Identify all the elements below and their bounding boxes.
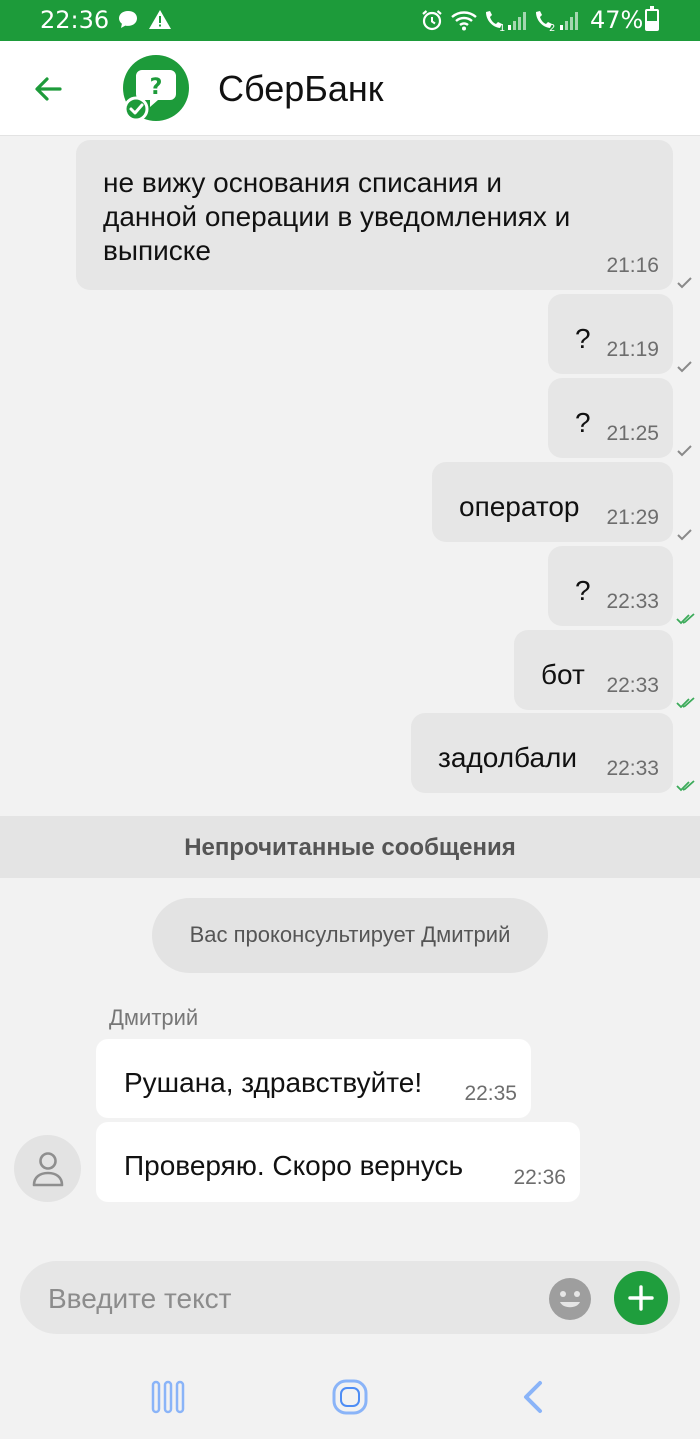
- battery-icon: [645, 6, 659, 31]
- message-line: данной операции в уведомлениях и: [103, 201, 571, 232]
- message-time: 21:16: [606, 254, 659, 277]
- sent-check-icon: [677, 361, 692, 373]
- outgoing-message[interactable]: ? 22:33: [548, 546, 673, 626]
- wifi-icon: [451, 11, 477, 31]
- message-time: 22:33: [606, 674, 659, 697]
- message-time: 21:19: [606, 338, 659, 361]
- svg-text:2: 2: [549, 23, 555, 32]
- message-time: 21:29: [606, 506, 659, 529]
- svg-text:?: ?: [150, 75, 163, 100]
- message-text: не вижу основания списания и данной опер…: [103, 166, 570, 268]
- chat-title: СберБанк: [218, 68, 384, 109]
- sent-check-icon: [677, 529, 692, 541]
- message-text: задолбали: [438, 742, 577, 773]
- recent-apps-icon[interactable]: [148, 1379, 188, 1415]
- support-question-icon: ?: [123, 55, 189, 122]
- system-notice: Вас проконсультирует Дмитрий: [152, 898, 548, 973]
- message-icon: [119, 11, 137, 28]
- message-line: выписке: [103, 235, 211, 266]
- outgoing-message[interactable]: ? 21:25: [548, 378, 673, 458]
- message-time: 22:33: [606, 590, 659, 613]
- sender-name: Дмитрий: [109, 1005, 199, 1030]
- emoji-icon[interactable]: [548, 1277, 592, 1321]
- message-text: ?: [575, 407, 591, 438]
- arrow-left-icon[interactable]: [28, 69, 68, 109]
- read-double-check-icon: [676, 697, 695, 709]
- outgoing-message[interactable]: бот 22:33: [514, 630, 673, 710]
- person-icon: [32, 1152, 64, 1187]
- outgoing-message[interactable]: ? 21:19: [548, 294, 673, 374]
- add-attachment-button[interactable]: [614, 1271, 668, 1325]
- status-time: 22:36: [40, 6, 110, 34]
- sent-check-icon: [677, 445, 692, 457]
- incoming-message[interactable]: Проверяю. Скоро вернусь 22:36: [96, 1122, 580, 1202]
- message-text: Рушана, здравствуйте!: [124, 1067, 423, 1098]
- warning-icon: [149, 10, 171, 29]
- message-time: 22:36: [513, 1166, 566, 1189]
- message-text: Проверяю. Скоро вернусь: [124, 1150, 464, 1181]
- outgoing-message[interactable]: оператор 21:29: [432, 462, 673, 542]
- message-time: 21:25: [606, 422, 659, 445]
- system-nav-bar: [0, 1357, 700, 1439]
- battery-percent: 47%: [590, 6, 644, 34]
- message-time: 22:35: [464, 1082, 517, 1105]
- message-text: ?: [575, 323, 591, 354]
- read-double-check-icon: [676, 780, 695, 792]
- alarm-icon: [422, 10, 442, 31]
- sim1-signal-icon: 1: [486, 11, 526, 32]
- message-text: оператор: [459, 491, 580, 522]
- incoming-message[interactable]: Рушана, здравствуйте! 22:35: [96, 1039, 531, 1118]
- status-bar: 22:36 1 2 47%: [0, 0, 700, 41]
- back-icon[interactable]: [514, 1379, 554, 1415]
- message-time: 22:33: [606, 757, 659, 780]
- plus-icon: [628, 1285, 654, 1311]
- system-notice-text: Вас проконсультирует Дмитрий: [189, 922, 511, 947]
- message-line: не вижу основания списания и: [103, 167, 502, 198]
- svg-text:1: 1: [499, 23, 505, 32]
- message-input[interactable]: [48, 1283, 528, 1315]
- outgoing-message[interactable]: не вижу основания списания и данной опер…: [76, 140, 673, 290]
- read-double-check-icon: [676, 613, 695, 625]
- message-text: бот: [541, 659, 585, 690]
- user-avatar-icon[interactable]: [14, 1135, 81, 1202]
- app-header: ? СберБанк: [0, 41, 700, 136]
- message-text: ?: [575, 575, 591, 606]
- unread-divider: Непрочитанные сообщения: [0, 816, 700, 878]
- unread-divider-label: Непрочитанные сообщения: [184, 834, 516, 861]
- sim2-signal-icon: 2: [536, 11, 578, 32]
- message-composer: [20, 1261, 680, 1334]
- home-icon[interactable]: [330, 1379, 370, 1415]
- sent-check-icon: [677, 277, 692, 289]
- outgoing-message[interactable]: задолбали 22:33: [411, 713, 673, 793]
